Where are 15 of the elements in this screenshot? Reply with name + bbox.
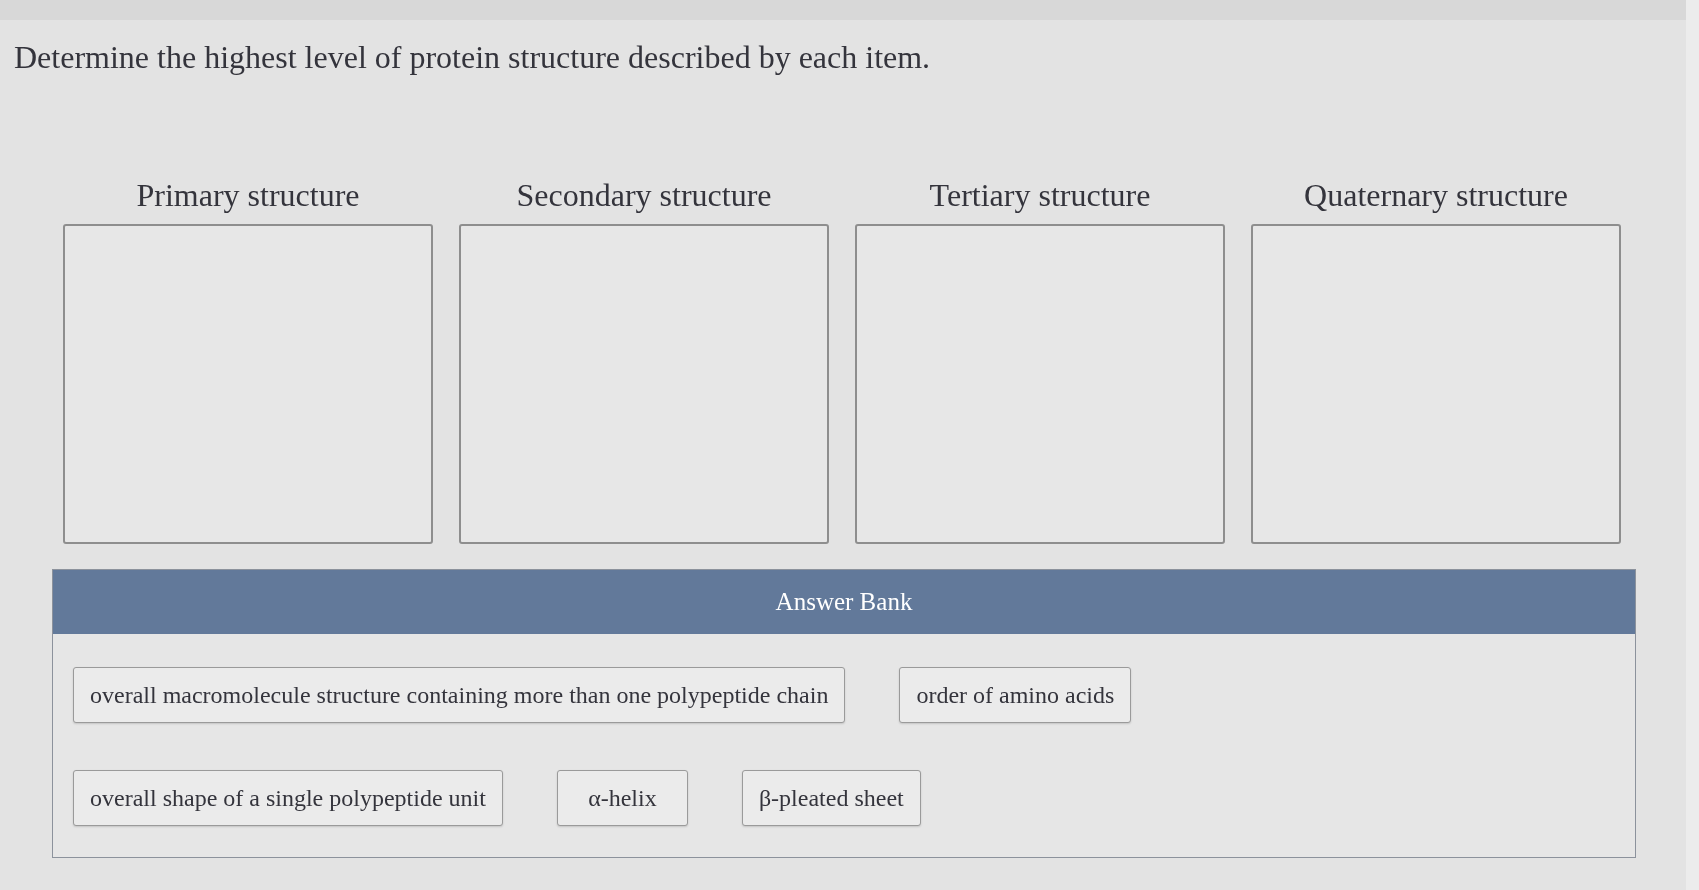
drop-zone[interactable] — [63, 224, 433, 544]
column-heading: Primary structure — [136, 176, 360, 214]
column-heading: Tertiary structure — [929, 176, 1151, 214]
drop-zone[interactable] — [1251, 224, 1621, 544]
answer-bank-title: Answer Bank — [775, 587, 913, 618]
answer-chip[interactable]: α-helix — [556, 770, 688, 826]
drop-zone[interactable] — [459, 224, 829, 544]
drop-zone[interactable] — [855, 224, 1225, 544]
column-heading: Secondary structure — [516, 176, 772, 214]
answer-chip[interactable]: order of amino acids — [899, 667, 1132, 723]
column-heading: Quaternary structure — [1304, 176, 1568, 214]
answer-chip[interactable]: overall shape of a single polypeptide unit — [73, 770, 503, 826]
answer-chip[interactable]: overall macromolecule structure containing more than one polypeptide chain — [73, 667, 846, 723]
answer-chip[interactable]: β-pleated sheet — [741, 770, 921, 826]
question-text: Determine the highest level of protein structure described by each item. — [14, 38, 931, 76]
